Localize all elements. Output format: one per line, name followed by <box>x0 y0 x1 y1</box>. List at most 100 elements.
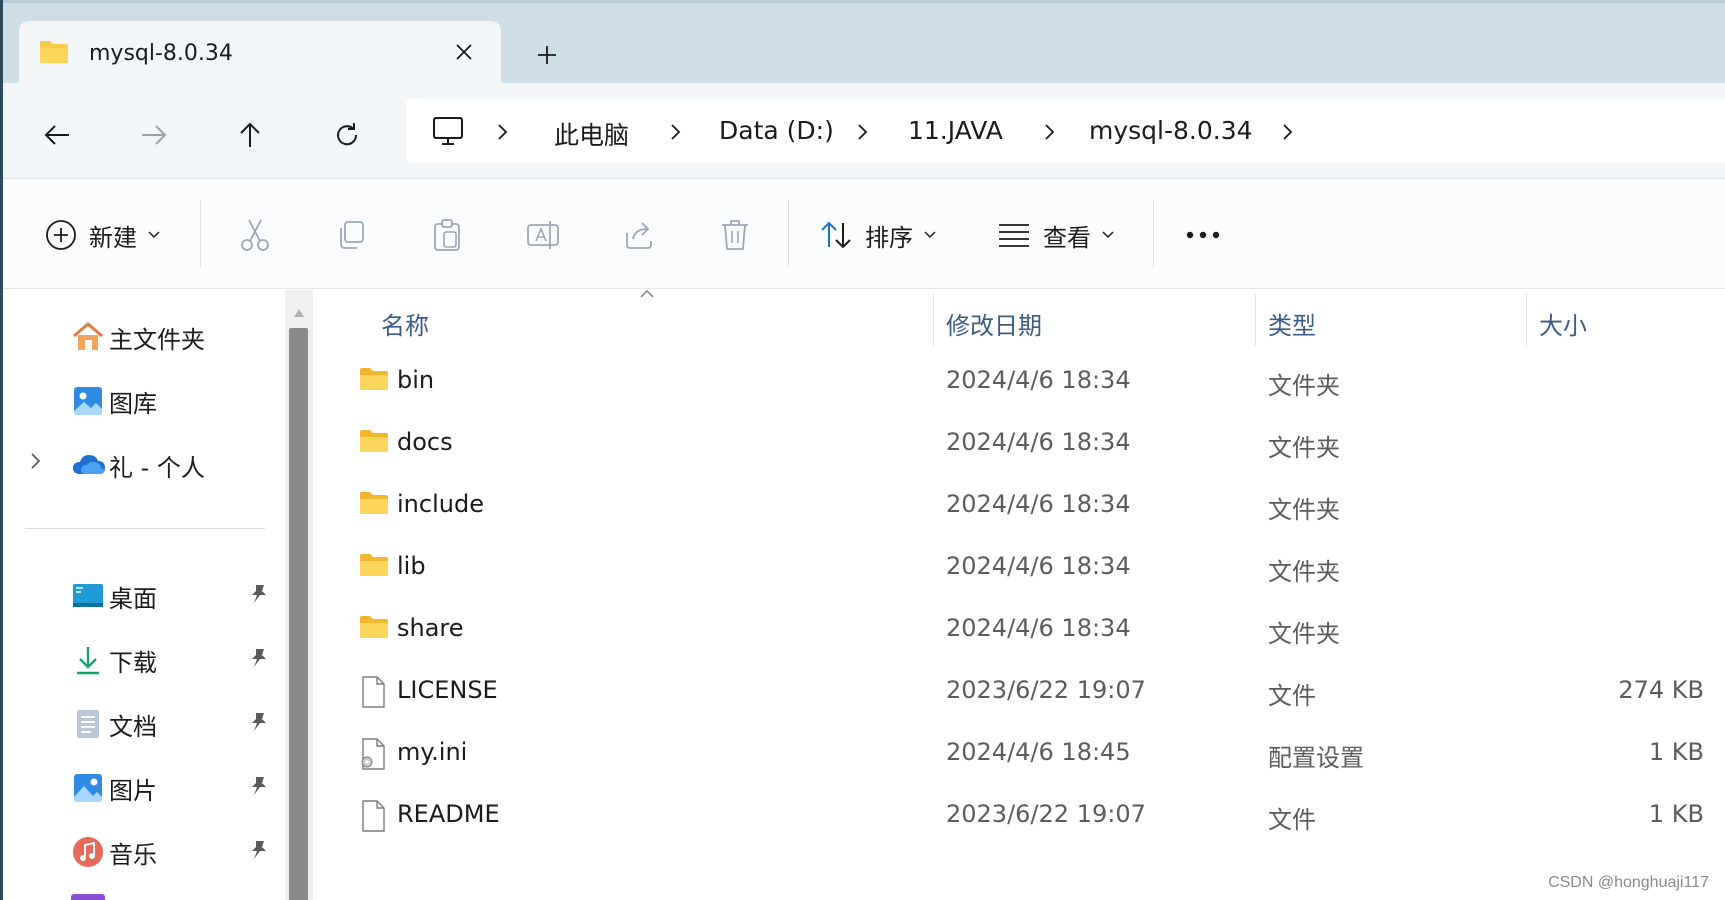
music-icon <box>71 835 105 869</box>
tab-mysql[interactable]: mysql-8.0.34 <box>19 21 501 83</box>
sidebar-item-music[interactable]: 音乐 <box>3 825 278 875</box>
folder-icon <box>359 614 389 644</box>
more-options-button[interactable] <box>1181 213 1225 257</box>
sidebar-item-home[interactable]: 主文件夹 <box>3 310 278 360</box>
pin-icon[interactable] <box>249 775 269 801</box>
up-button[interactable] <box>226 111 274 159</box>
column-header-modified[interactable]: 修改日期 <box>934 290 1228 350</box>
sidebar-item-documents[interactable]: 文档 <box>3 697 278 747</box>
sidebar-scrollbar[interactable] <box>285 290 313 900</box>
share-button[interactable] <box>617 213 661 257</box>
scroll-up-arrow-icon[interactable] <box>294 302 304 321</box>
documents-icon <box>71 707 105 741</box>
tab-strip: mysql-8.0.34 <box>3 3 1725 83</box>
breadcrumb-separator[interactable] <box>663 119 687 145</box>
plus-circle-icon <box>46 220 76 250</box>
pin-icon[interactable] <box>249 711 269 737</box>
sort-button[interactable]: 排序 <box>819 213 937 257</box>
pin-icon[interactable] <box>249 583 269 609</box>
videos-icon <box>71 894 105 900</box>
rename-icon <box>527 221 559 249</box>
new-button[interactable]: 新建 <box>45 213 161 257</box>
sidebar-item-pictures[interactable]: 图片 <box>3 761 278 811</box>
file-row[interactable]: bin 2024/4/6 18:34 文件夹 <box>317 354 1725 412</box>
chevron-right-icon <box>498 124 508 140</box>
pin-icon[interactable] <box>249 647 269 673</box>
tab-title: mysql-8.0.34 <box>89 41 233 66</box>
breadcrumb-this-pc[interactable]: 此电脑 <box>554 116 629 152</box>
folder-icon <box>39 40 69 68</box>
toolbar-divider <box>200 201 201 267</box>
file-row[interactable]: README 2023/6/22 19:07 文件 1 KB <box>317 788 1725 846</box>
breadcrumb-separator[interactable] <box>850 119 874 145</box>
trash-icon <box>722 220 748 250</box>
share-icon <box>626 222 652 249</box>
address-bar[interactable]: 此电脑 Data (D:) 11.JAVA mysql-8.0.34 <box>406 99 1725 163</box>
chevron-right-icon <box>858 124 868 140</box>
chevron-down-icon <box>924 231 936 239</box>
refresh-button[interactable] <box>323 111 371 159</box>
breadcrumb-java[interactable]: 11.JAVA <box>908 116 1003 145</box>
new-tab-button[interactable] <box>527 35 567 75</box>
refresh-icon <box>337 123 358 146</box>
chevron-right-icon <box>671 124 681 140</box>
sort-icon <box>821 221 851 249</box>
navigation-pane: 主文件夹 图库 礼 - 个人 桌面 下载 文档 图片 音乐 <box>3 290 285 900</box>
file-icon <box>359 800 387 836</box>
column-header-type[interactable]: 类型 <box>1256 290 1526 350</box>
file-row[interactable]: include 2024/4/6 18:34 文件夹 <box>317 478 1725 536</box>
desktop-icon <box>71 579 105 613</box>
command-bar: 新建 排序 查看 <box>3 179 1725 289</box>
back-button[interactable] <box>33 111 81 159</box>
scissors-icon <box>241 219 269 251</box>
file-row[interactable]: LICENSE 2023/6/22 19:07 文件 274 KB <box>317 664 1725 722</box>
home-icon <box>71 320 105 354</box>
file-row[interactable]: share 2024/4/6 18:34 文件夹 <box>317 602 1725 660</box>
arrow-left-icon <box>44 125 69 145</box>
clipboard-icon <box>434 219 460 251</box>
breadcrumb-separator[interactable] <box>1275 119 1299 145</box>
close-tab-button[interactable] <box>447 35 481 69</box>
rename-button[interactable] <box>521 213 565 257</box>
forward-button[interactable] <box>130 111 178 159</box>
list-view-icon <box>999 224 1029 247</box>
folder-icon <box>359 552 389 582</box>
sort-button-label: 排序 <box>865 223 913 252</box>
sidebar-divider <box>25 528 265 529</box>
breadcrumb-separator[interactable] <box>1037 119 1061 145</box>
breadcrumb-mysql[interactable]: mysql-8.0.34 <box>1089 116 1253 145</box>
plus-icon <box>538 46 556 64</box>
cut-button[interactable] <box>233 213 277 257</box>
arrow-right-icon <box>142 125 167 145</box>
pin-icon[interactable] <box>249 839 269 865</box>
folder-icon <box>359 428 389 458</box>
chevron-down-icon <box>148 231 160 239</box>
file-row[interactable]: docs 2024/4/6 18:34 文件夹 <box>317 416 1725 474</box>
column-header-name[interactable]: 名称 <box>317 290 933 350</box>
paste-button[interactable] <box>425 213 469 257</box>
sidebar-item-downloads[interactable]: 下载 <box>3 633 278 683</box>
sidebar-item-desktop[interactable]: 桌面 <box>3 569 278 619</box>
sidebar-item-onedrive[interactable]: 礼 - 个人 <box>3 438 278 488</box>
navigation-row: 此电脑 Data (D:) 11.JAVA mysql-8.0.34 <box>3 83 1725 179</box>
chevron-right-icon[interactable] <box>29 452 41 474</box>
pictures-icon <box>71 771 105 805</box>
file-row[interactable]: lib 2024/4/6 18:34 文件夹 <box>317 540 1725 598</box>
watermark: CSDN @honghuaji117 <box>1548 874 1709 891</box>
file-row[interactable]: my.ini 2024/4/6 18:45 配置设置 1 KB <box>317 726 1725 784</box>
delete-button[interactable] <box>713 213 757 257</box>
view-button-label: 查看 <box>1043 223 1091 252</box>
folder-icon <box>359 490 389 520</box>
config-file-icon <box>359 738 387 774</box>
file-icon <box>359 676 387 712</box>
copy-button[interactable] <box>329 213 373 257</box>
file-explorer-window: mysql-8.0.34 此电脑 Data (D:) 11.JAVA mysql… <box>3 3 1725 900</box>
breadcrumb-data-drive[interactable]: Data (D:) <box>719 116 834 145</box>
column-header-size[interactable]: 大小 <box>1527 290 1717 350</box>
view-button[interactable]: 查看 <box>997 213 1115 257</box>
breadcrumb-separator[interactable] <box>490 119 514 145</box>
scrollbar-thumb[interactable] <box>289 328 308 900</box>
computer-icon <box>432 116 464 150</box>
sidebar-item-gallery[interactable]: 图库 <box>3 374 278 424</box>
onedrive-icon <box>71 448 105 482</box>
